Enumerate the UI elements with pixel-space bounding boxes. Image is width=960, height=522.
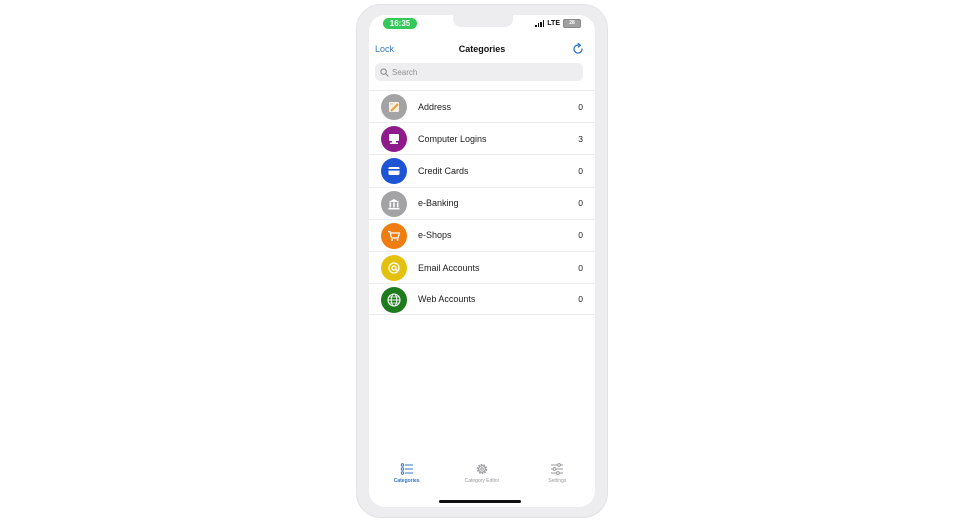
shopping-cart-icon	[381, 222, 407, 249]
battery-icon: 28	[563, 19, 581, 28]
list-icon	[400, 463, 413, 475]
tab-settings[interactable]: Settings	[522, 461, 592, 507]
category-count: 0	[578, 294, 583, 305]
credit-card-icon	[381, 158, 407, 185]
category-row-address[interactable]: Address 0	[369, 90, 595, 122]
category-count: 0	[578, 198, 583, 209]
category-label: Email Accounts	[418, 262, 480, 273]
category-label: Address	[418, 101, 452, 112]
status-time: 16:35	[383, 18, 417, 29]
gear-icon	[476, 463, 488, 475]
search-input[interactable]	[389, 67, 572, 77]
category-row-e-banking[interactable]: e-Banking 0	[369, 186, 595, 219]
search-bar[interactable]	[375, 63, 583, 81]
tab-categories[interactable]: Categories	[372, 461, 442, 507]
category-label: e-Shops	[418, 230, 452, 241]
category-count: 0	[578, 165, 583, 176]
category-row-web-accounts[interactable]: Web Accounts 0	[369, 283, 595, 316]
category-count: 3	[578, 133, 583, 144]
tab-label: Settings	[548, 478, 567, 484]
computer-icon	[381, 126, 407, 153]
tab-label: Category Editor	[464, 478, 500, 484]
refresh-icon[interactable]	[571, 42, 585, 56]
category-label: Credit Cards	[418, 165, 469, 176]
status-indicators: LTE 28	[535, 18, 581, 29]
category-label: Computer Logins	[418, 133, 487, 144]
home-indicator	[439, 500, 521, 503]
category-row-e-shops[interactable]: e-Shops 0	[369, 218, 595, 251]
category-row-computer-logins[interactable]: Computer Logins 3	[369, 122, 595, 154]
category-count: 0	[578, 262, 583, 273]
category-list: Address 0 Computer Logins 3 Credit Cards…	[369, 90, 595, 316]
category-label: Web Accounts	[418, 294, 476, 305]
email-icon	[381, 254, 407, 281]
sliders-icon	[551, 463, 564, 475]
category-count: 0	[578, 230, 583, 241]
category-label: e-Banking	[418, 198, 459, 209]
category-row-email-accounts[interactable]: Email Accounts 0	[369, 250, 595, 283]
page-title: Categories	[458, 44, 506, 54]
category-count: 0	[578, 101, 583, 112]
category-row-credit-cards[interactable]: Credit Cards 0	[369, 154, 595, 186]
phone-screen: 16:35 LTE 28 Lock Categories Address 0	[369, 15, 595, 507]
signal-icon	[535, 20, 545, 27]
network-label: LTE	[547, 20, 560, 27]
tab-label: Categories	[393, 478, 420, 484]
notch	[453, 15, 513, 27]
address-icon	[381, 94, 407, 120]
search-icon	[380, 67, 389, 77]
bank-icon	[381, 190, 407, 217]
globe-icon	[381, 287, 407, 314]
